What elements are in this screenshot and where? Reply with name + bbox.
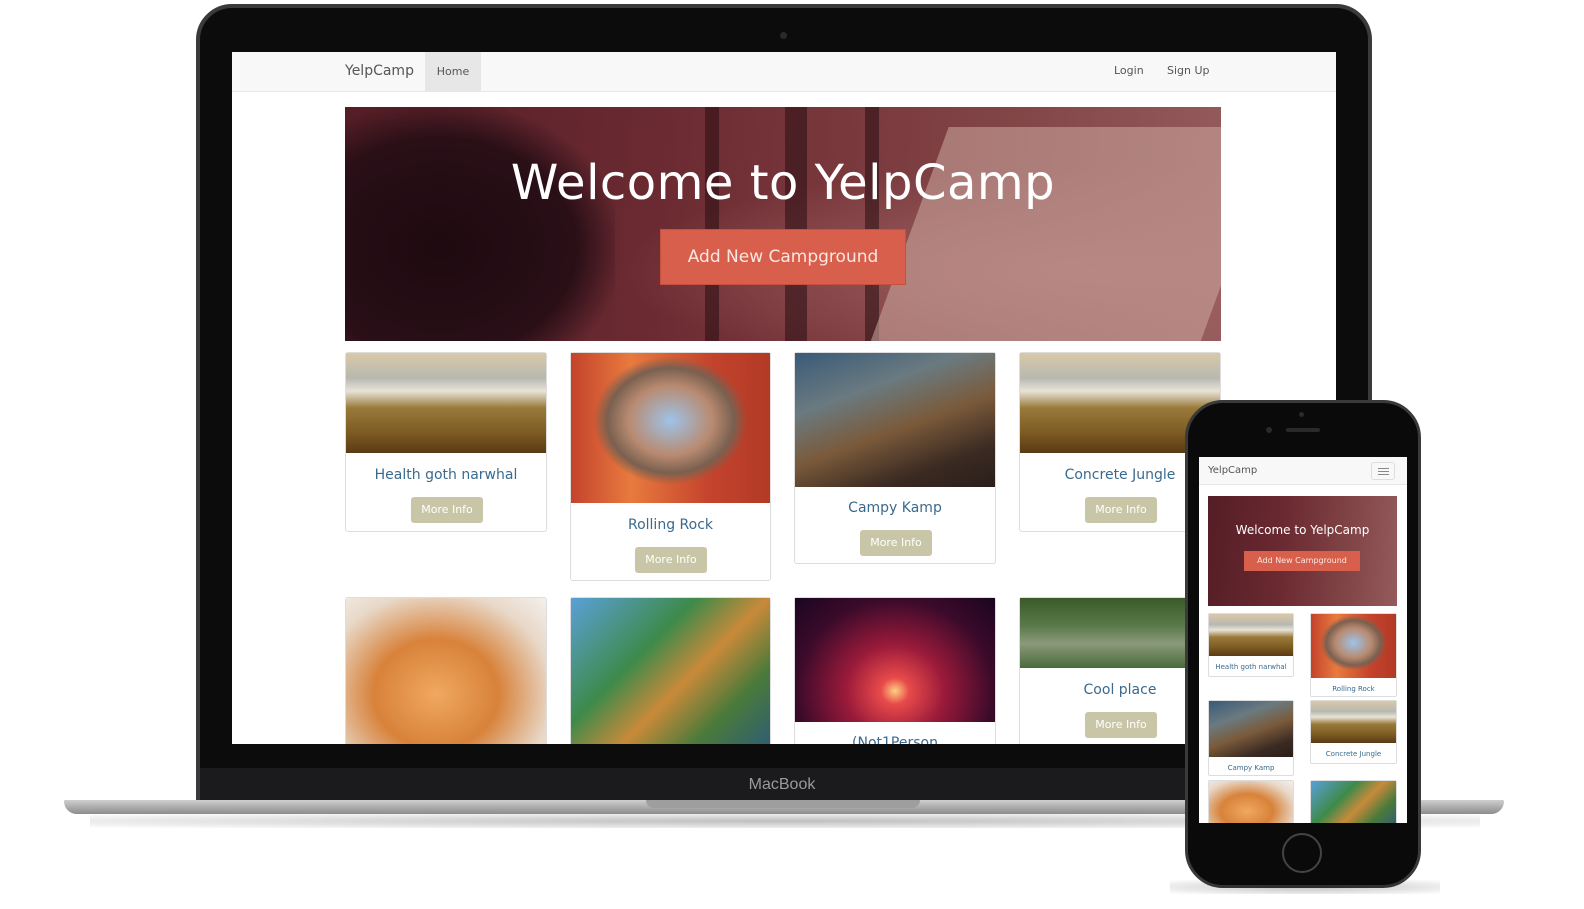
mobile-campground-title[interactable]: Campy Kamp xyxy=(1209,764,1293,772)
mobile-campground-card: Rolling Rock xyxy=(1310,613,1397,697)
campground-image[interactable] xyxy=(346,353,546,453)
mobile-campground-image[interactable] xyxy=(1209,614,1293,656)
mobile-campground-image[interactable] xyxy=(1311,614,1396,678)
hero-person-image xyxy=(345,107,615,341)
campground-card: Health goth narwhal More Info xyxy=(345,352,547,532)
campground-image[interactable] xyxy=(795,353,995,487)
mobile-campground-title[interactable]: Concrete Jungle xyxy=(1311,750,1396,758)
mobile-hero-title: Welcome to YelpCamp xyxy=(1235,523,1370,537)
campground-title[interactable]: (Not1Person xyxy=(795,735,995,744)
navbar: YelpCamp Home Login Sign Up xyxy=(232,52,1336,92)
more-info-button[interactable]: More Info xyxy=(635,547,707,573)
nav-home[interactable]: Home xyxy=(425,52,481,91)
campground-image[interactable] xyxy=(795,598,995,722)
campground-title[interactable]: Rolling Rock xyxy=(571,517,770,533)
mobile-brand-link[interactable]: YelpCamp xyxy=(1208,465,1257,476)
phone-home-button xyxy=(1282,833,1322,873)
campground-card: Rolling Rock More Info xyxy=(570,352,771,581)
campground-image[interactable] xyxy=(571,598,770,744)
mobile-campground-card: Campy Kamp xyxy=(1208,700,1294,776)
device-mockup: MacBook YelpCamp Home Login Sign Up Welc… xyxy=(0,0,1584,909)
campground-title[interactable]: Health goth narwhal xyxy=(346,467,546,483)
mobile-navbar: YelpCamp xyxy=(1199,457,1407,485)
mobile-campground-card: Concrete Jungle xyxy=(1310,700,1397,764)
laptop-notch xyxy=(646,800,920,808)
campground-title[interactable]: Campy Kamp xyxy=(795,500,995,516)
mobile-campground-card xyxy=(1208,780,1294,823)
mobile-campground-image[interactable] xyxy=(1311,701,1396,743)
add-campground-button[interactable]: Add New Campground xyxy=(660,229,906,285)
phone-shadow xyxy=(1170,880,1440,894)
mobile-add-campground-button[interactable]: Add New Campground xyxy=(1244,551,1360,571)
campground-card xyxy=(570,597,771,744)
phone-sensor xyxy=(1299,412,1304,417)
mobile-campground-image[interactable] xyxy=(1209,701,1293,757)
mobile-campground-card: Health goth narwhal xyxy=(1208,613,1294,677)
mobile-hero: Welcome to YelpCamp Add New Campground xyxy=(1208,496,1397,606)
mobile-campground-card xyxy=(1310,780,1397,823)
hero-title: Welcome to YelpCamp xyxy=(510,155,1056,211)
nav-signup[interactable]: Sign Up xyxy=(1167,64,1210,77)
mobile-campground-image[interactable] xyxy=(1209,781,1293,823)
laptop-camera xyxy=(780,32,787,39)
hero-tree xyxy=(785,107,807,341)
campground-card: (Not1Person xyxy=(794,597,996,744)
mobile-campground-title[interactable]: Health goth narwhal xyxy=(1209,663,1293,671)
more-info-button[interactable]: More Info xyxy=(1085,497,1157,523)
campground-image[interactable] xyxy=(346,598,546,744)
desktop-screen: YelpCamp Home Login Sign Up Welcome to Y… xyxy=(232,52,1336,744)
hero-jumbotron: Welcome to YelpCamp Add New Campground xyxy=(345,107,1221,341)
more-info-button[interactable]: More Info xyxy=(860,530,932,556)
more-info-button[interactable]: More Info xyxy=(1085,712,1157,738)
phone-speaker xyxy=(1286,428,1320,432)
hero-tree xyxy=(705,107,719,341)
hamburger-menu-icon[interactable] xyxy=(1371,462,1395,480)
campground-image[interactable] xyxy=(571,353,770,503)
mobile-campground-image[interactable] xyxy=(1311,781,1396,823)
phone-camera xyxy=(1266,427,1272,433)
more-info-button[interactable]: More Info xyxy=(411,497,483,523)
mobile-campground-title[interactable]: Rolling Rock xyxy=(1311,685,1396,693)
campground-card: Campy Kamp More Info xyxy=(794,352,996,564)
campground-card xyxy=(345,597,547,744)
brand-link[interactable]: YelpCamp xyxy=(345,63,414,79)
nav-login[interactable]: Login xyxy=(1114,64,1144,77)
hero-tree xyxy=(865,107,879,341)
mobile-screen: YelpCamp Welcome to YelpCamp Add New Cam… xyxy=(1199,457,1407,823)
